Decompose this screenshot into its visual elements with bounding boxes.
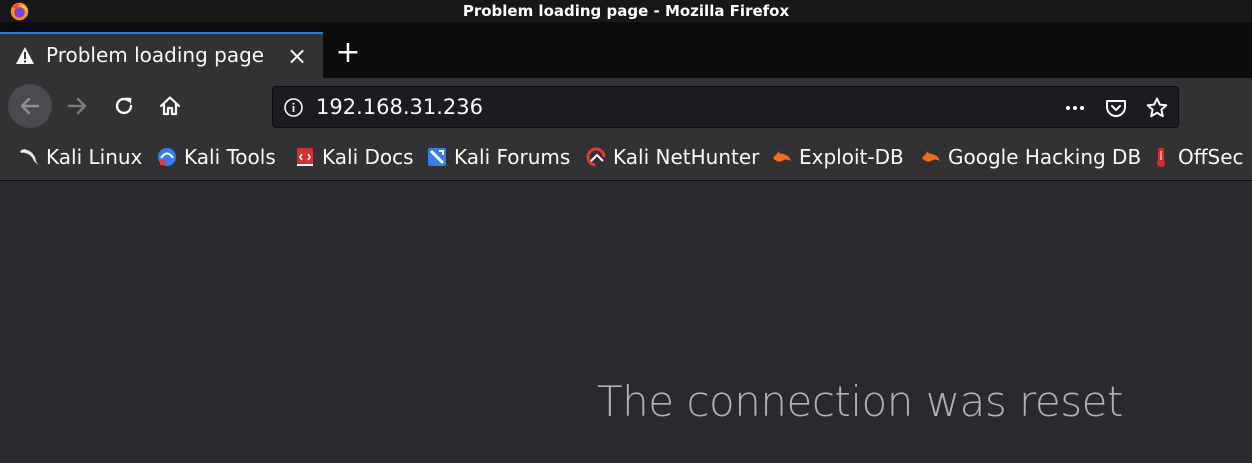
nav-toolbar: 192.168.31.236 <box>0 78 1252 134</box>
bookmark-label: Kali Linux <box>46 145 143 169</box>
ghdb-icon <box>922 151 940 162</box>
url-text[interactable]: 192.168.31.236 <box>316 95 483 119</box>
reload-button[interactable] <box>102 84 146 128</box>
error-page: The connection was reset <box>0 181 1252 463</box>
bookmark-label: OffSec <box>1178 145 1244 169</box>
bookmark-exploit-db[interactable]: Exploit-DB <box>771 144 904 170</box>
bookmark-label: Kali NetHunter <box>613 145 760 169</box>
exploit-db-icon <box>773 151 791 162</box>
pocket-button[interactable] <box>1103 95 1129 121</box>
window-title: Problem loading page - Mozilla Firefox <box>462 2 790 20</box>
tab-strip: Problem loading page × + <box>0 22 1252 78</box>
tab-problem-loading[interactable]: Problem loading page × <box>0 32 323 78</box>
bookmark-label: Google Hacking DB <box>948 145 1142 169</box>
bookmark-kali-nethunter[interactable]: Kali NetHunter <box>585 144 759 170</box>
forward-arrow-icon <box>67 97 87 115</box>
bookmark-kali-linux[interactable]: Kali Linux <box>18 144 142 170</box>
bookmark-kali-tools[interactable]: Kali Tools <box>156 144 276 170</box>
forward-button[interactable] <box>55 84 99 128</box>
tab-label: Problem loading page <box>46 43 265 67</box>
page-actions-button[interactable] <box>1062 95 1088 121</box>
home-icon <box>159 96 181 116</box>
kali-tools-icon <box>158 148 176 166</box>
window-titlebar: Problem loading page - Mozilla Firefox <box>0 0 1252 22</box>
bookmark-label: Exploit-DB <box>799 145 904 169</box>
star-icon <box>1146 97 1168 118</box>
reload-icon <box>115 97 133 115</box>
tab-close-icon[interactable]: × <box>283 43 311 71</box>
back-arrow-icon <box>20 97 40 115</box>
kali-nethunter-icon <box>586 147 606 167</box>
error-title: The connection was reset <box>597 377 1123 426</box>
warning-icon <box>16 47 34 64</box>
bookmarks-toolbar: Kali Linux Kali Tools Kali Docs Kali For… <box>0 134 1252 181</box>
kali-forums-icon <box>428 148 446 166</box>
back-button[interactable] <box>8 84 52 128</box>
bookmark-label: Kali Forums <box>454 145 571 169</box>
bookmark-star-button[interactable] <box>1144 95 1170 121</box>
new-tab-button[interactable]: + <box>333 38 363 69</box>
home-button[interactable] <box>148 84 192 128</box>
bookmark-offsec[interactable]: OffSec <box>1150 144 1244 170</box>
more-dots-icon <box>1066 106 1084 110</box>
bookmark-kali-docs[interactable]: Kali Docs <box>294 144 414 170</box>
url-bar[interactable]: 192.168.31.236 <box>272 86 1179 128</box>
bookmark-label: Kali Docs <box>322 145 414 169</box>
bookmark-kali-forums[interactable]: Kali Forums <box>426 144 570 170</box>
offsec-icon <box>1157 148 1165 167</box>
kali-dragon-icon <box>20 149 38 165</box>
bookmark-google-hacking-db[interactable]: Google Hacking DB <box>920 144 1141 170</box>
bookmark-label: Kali Tools <box>184 145 276 169</box>
pocket-icon <box>1106 100 1126 117</box>
site-info-icon[interactable] <box>283 97 304 118</box>
kali-docs-icon <box>297 148 313 166</box>
